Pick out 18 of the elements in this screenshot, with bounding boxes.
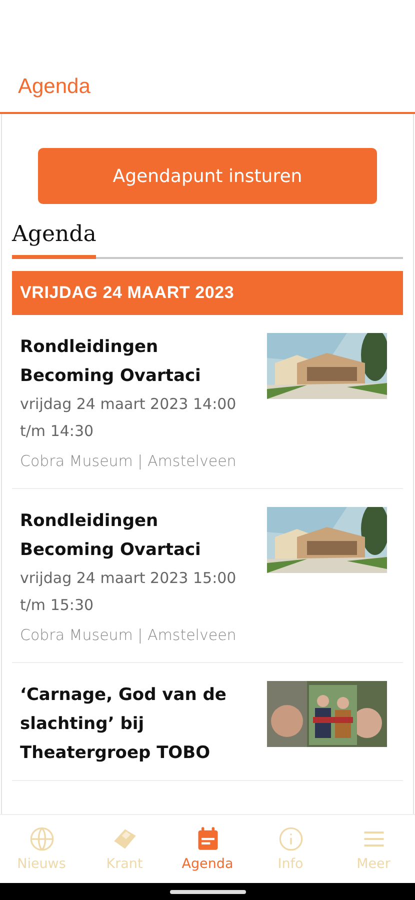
- nav-tab[interactable]: Agenda: [166, 815, 249, 883]
- page-title: Agenda: [18, 75, 90, 99]
- section-title: Agenda: [12, 222, 96, 247]
- date-banner: VRIJDAG 24 MAART 2023: [12, 271, 403, 315]
- event-location: Cobra Museum | Amstelveen: [20, 625, 238, 646]
- event-item[interactable]: ‘Carnage, God van de slachting’ bij Theatergroep TOBO: [12, 663, 403, 781]
- event-title: Rondleidingen Becoming Ovartaci: [20, 336, 202, 388]
- home-indicator[interactable]: [170, 890, 246, 894]
- globe-icon: [28, 826, 54, 852]
- event-title: Rondleidingen Becoming Ovartaci: [20, 510, 202, 562]
- event-item[interactable]: Rondleidingen Becoming Ovartaci vrijdag 24 maart 2023 14:00 t/m 14:30 Cobra Museum | Amstelveen: [12, 315, 403, 489]
- event-time: vrijdag 24 maart 2023 15:00 t/m 15:30: [20, 568, 238, 616]
- info-icon: [278, 826, 304, 852]
- event-item[interactable]: Rondleidingen Becoming Ovartaci vrijdag 24 maart 2023 15:00 t/m 15:30 Cobra Museum | Amstelveen: [12, 489, 403, 663]
- submit-event-button[interactable]: Agendapunt insturen: [38, 148, 377, 204]
- event-time: vrijdag 24 maart 2023 14:00 t/m 14:30: [20, 394, 238, 442]
- event-title: ‘Carnage, God van de slachting’ bij Theatergroep TOBO: [20, 684, 228, 765]
- event-location: Cobra Museum | Amstelveen: [20, 451, 238, 472]
